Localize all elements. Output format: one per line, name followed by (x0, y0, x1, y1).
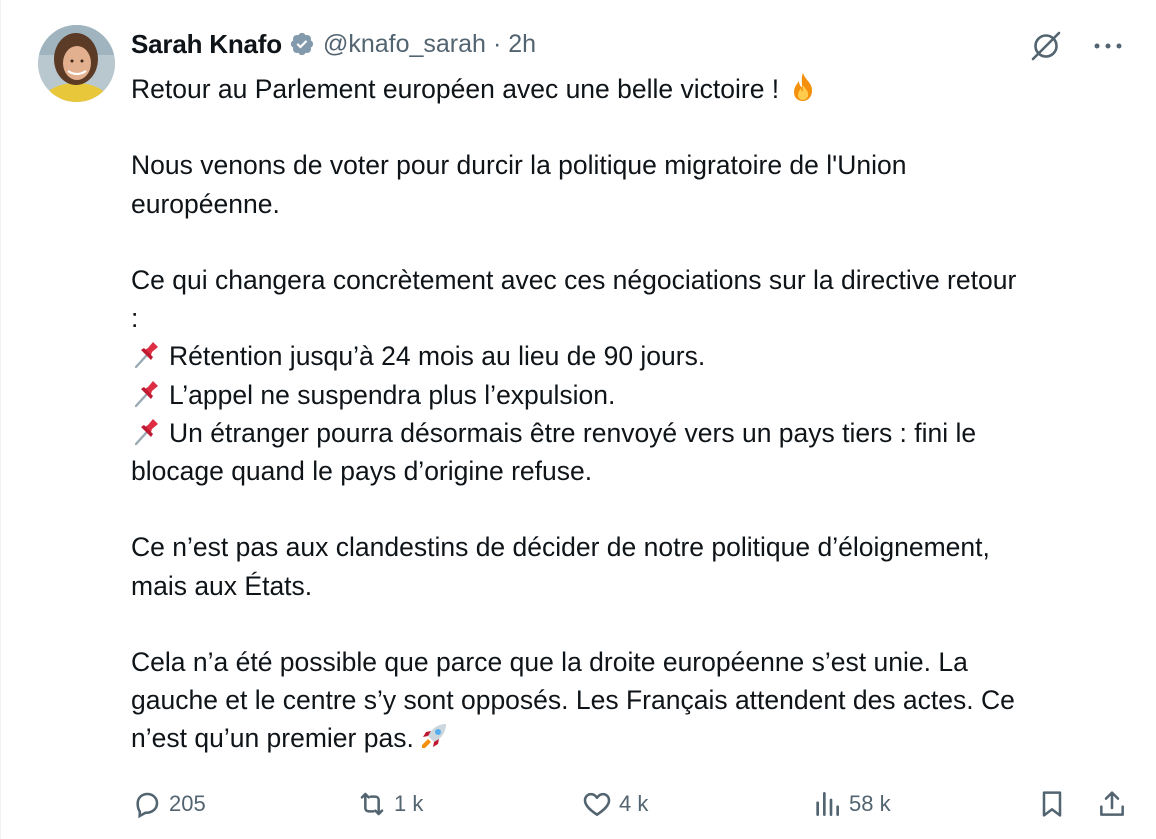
tweet-line: blocage quand le pays d’origine refuse. (131, 456, 593, 486)
tweet-card: Sarah Knafo @knafo_sarah · 2h Retour au … (0, 0, 1156, 839)
verified-badge-icon[interactable] (289, 31, 315, 57)
separator: · (492, 29, 502, 58)
fire-emoji-icon (787, 71, 819, 103)
tweet-line: Retour au Parlement européen avec une be… (131, 70, 1141, 108)
tweet-line: gauche et le centre s’y sont opposés. Le… (131, 685, 1015, 716)
pushpin-emoji-icon (131, 338, 163, 370)
tweet-line: n’est qu’un premier pas. (131, 719, 1141, 757)
share-button[interactable] (1096, 784, 1134, 824)
handle[interactable]: @knafo_sarah (323, 30, 486, 59)
tweet-line: européenne. (131, 188, 280, 219)
rocket-emoji-icon (418, 720, 450, 752)
tweet-line: Un étranger pourra désormais être renvoy… (131, 414, 1141, 452)
divider (0, 0, 1, 839)
repost-icon (356, 788, 388, 820)
bookmark-button[interactable] (1036, 784, 1074, 824)
tweet-line: Ce n’est pas aux clandestins de décider … (131, 532, 990, 563)
bookmark-icon (1036, 788, 1068, 820)
heart-icon (581, 788, 613, 820)
like-button[interactable]: 4 k (581, 784, 648, 824)
timestamp[interactable]: 2h (508, 30, 536, 59)
tweet-line: Ce qui changera concrètement avec ces né… (131, 264, 1017, 295)
like-count: 4 k (619, 791, 649, 816)
tweet-header: Sarah Knafo @knafo_sarah · 2h (131, 26, 536, 62)
views-button[interactable]: 58 k (811, 784, 891, 824)
tweet-text: Retour au Parlement européen avec une be… (131, 70, 1141, 758)
top-actions (1028, 28, 1126, 64)
share-icon (1096, 788, 1128, 820)
tweet-line: L’appel ne suspendra plus l’expulsion. (131, 376, 1141, 414)
tweet-line: Rétention jusqu’à 24 mois au lieu de 90 … (131, 337, 1141, 375)
tweet-line: Nous venons de voter pour durcir la poli… (131, 150, 907, 181)
tweet-actions: 205 1 k 4 k 58 k (131, 784, 1131, 824)
display-name[interactable]: Sarah Knafo (131, 29, 282, 60)
reply-icon (131, 788, 163, 820)
views-chart-icon (811, 788, 843, 820)
tweet-line: Cela n’a été possible que parce que la d… (131, 646, 968, 677)
avatar[interactable] (38, 25, 115, 102)
views-count: 58 k (849, 791, 891, 816)
pushpin-emoji-icon (131, 377, 163, 409)
pushpin-emoji-icon (131, 415, 163, 447)
repost-count: 1 k (394, 791, 424, 816)
tweet-line: mais aux États. (131, 570, 313, 601)
reply-button[interactable]: 205 (131, 784, 206, 824)
more-options-icon[interactable] (1090, 28, 1126, 64)
grok-icon[interactable] (1028, 28, 1064, 64)
reply-count: 205 (169, 791, 206, 816)
tweet-line: : (131, 303, 139, 334)
repost-button[interactable]: 1 k (356, 784, 423, 824)
